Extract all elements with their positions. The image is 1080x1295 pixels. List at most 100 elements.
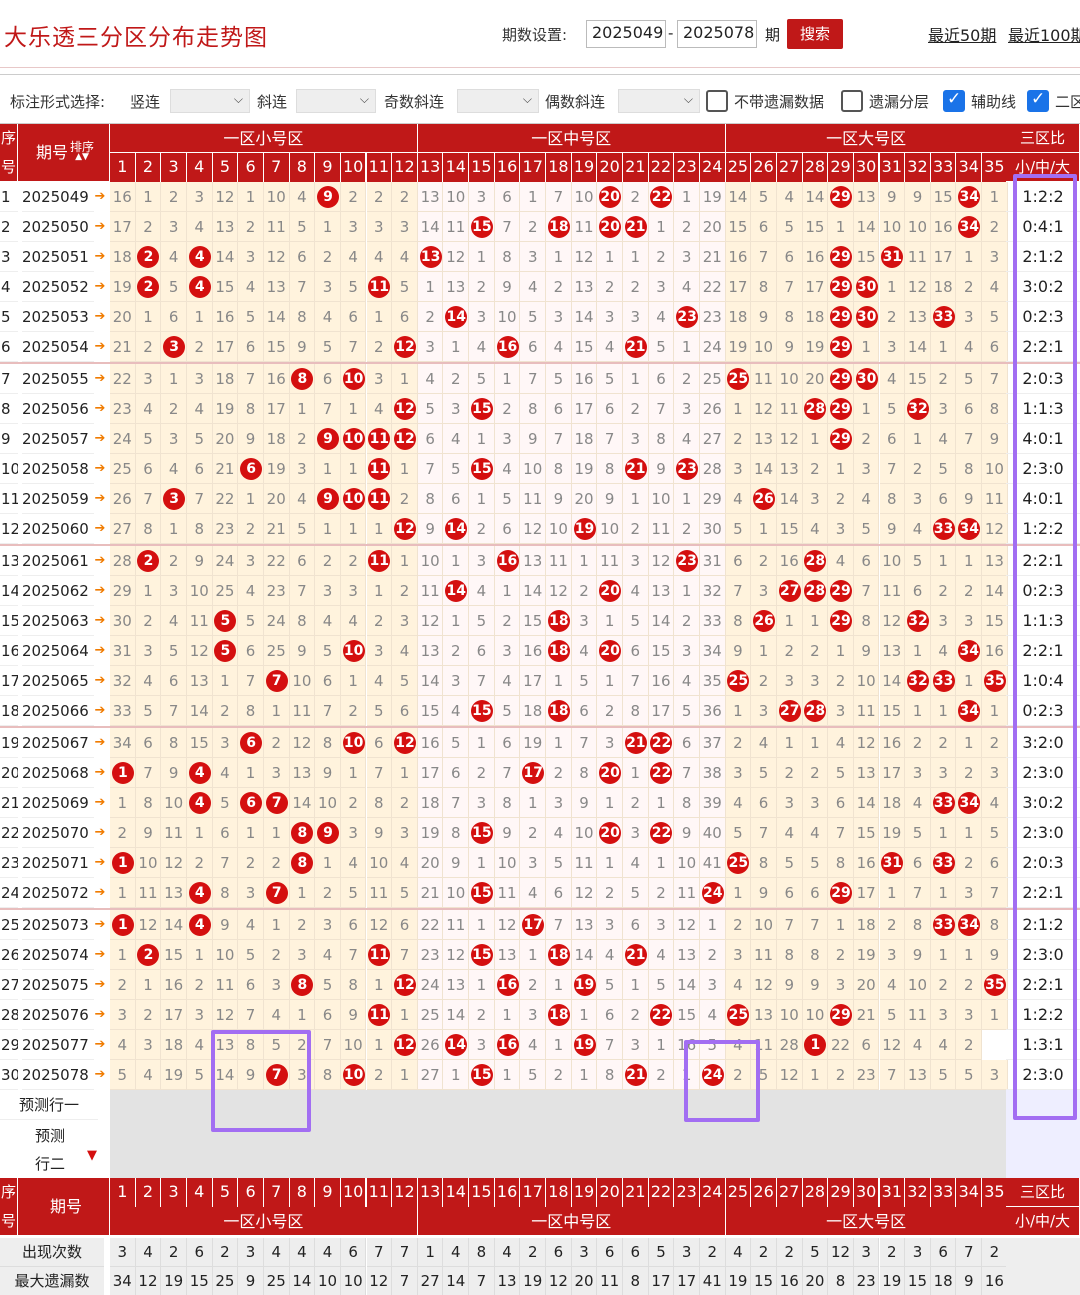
trend-cell: 1: [930, 940, 957, 970]
trend-cell: 19: [571, 454, 598, 484]
diagonal-connect-select[interactable]: ⌵: [296, 89, 376, 113]
trend-cell: 12: [263, 242, 290, 272]
row-period[interactable]: 2025057: [22, 424, 94, 454]
row-period[interactable]: 2025067: [22, 728, 94, 758]
row-period[interactable]: 2025069: [22, 788, 94, 818]
stat-count-cell: 4: [494, 1238, 521, 1267]
even-diagonal-select[interactable]: ⌵: [618, 89, 700, 113]
row-period[interactable]: 2025058: [22, 454, 94, 484]
sort-icon[interactable]: ▲▼: [66, 152, 98, 162]
draw-ball: 18: [547, 700, 570, 722]
row-seq: 10: [0, 454, 18, 484]
row-period[interactable]: 2025071: [22, 848, 94, 878]
draw-ball: 30: [855, 276, 878, 298]
row-period[interactable]: 2025068: [22, 758, 94, 788]
stat-count-cell: 3: [674, 1238, 700, 1267]
row-period[interactable]: 2025051: [22, 242, 94, 272]
draw-ball: 16: [496, 974, 519, 996]
trend-cell: 20: [212, 424, 239, 454]
trend-cell: 1: [366, 302, 393, 332]
vertical-connect-select[interactable]: ⌵: [170, 89, 250, 113]
row-period[interactable]: 2025063: [22, 606, 94, 636]
trend-cell: 1: [392, 1060, 418, 1090]
trend-cell: 5: [597, 364, 623, 394]
trend-cell: 13: [879, 636, 906, 666]
arrow-right-icon: ➔: [94, 613, 106, 628]
draw-ball: 14: [445, 1034, 468, 1056]
row-period[interactable]: 2025064: [22, 636, 94, 666]
number-header-7: 7: [263, 153, 290, 182]
row-seq: 4: [0, 272, 18, 302]
row-period[interactable]: 2025061: [22, 546, 94, 576]
trend-cell: 13: [494, 940, 521, 970]
stat-count-cell: 4: [443, 1238, 470, 1267]
trend-cell: 10: [751, 910, 777, 940]
trend-cell: 10: [751, 332, 777, 362]
row-period[interactable]: 2025070: [22, 818, 94, 848]
trend-cell: 7: [546, 182, 572, 212]
trend-cell: 5: [494, 696, 521, 726]
row-period[interactable]: 2025049: [22, 182, 94, 212]
row-period[interactable]: 2025062: [22, 576, 94, 606]
row-period[interactable]: 2025059: [22, 484, 94, 514]
trend-cell: 5: [289, 212, 316, 242]
row-period[interactable]: 2025074: [22, 940, 94, 970]
trend-cell: 22: [648, 818, 675, 848]
footer-number-header-13: 13: [417, 1178, 444, 1207]
miss-layer-checkbox[interactable]: [841, 90, 863, 112]
row-period[interactable]: 2025052: [22, 272, 94, 302]
odd-diagonal-select[interactable]: ⌵: [457, 89, 539, 113]
row-period[interactable]: 2025053: [22, 302, 94, 332]
number-header-8: 8: [289, 153, 316, 182]
row-period[interactable]: 2025050: [22, 212, 94, 242]
row-period[interactable]: 2025078: [22, 1060, 94, 1090]
trend-cell: 5: [776, 212, 803, 242]
arrow-down-icon[interactable]: ▼: [84, 1148, 100, 1164]
zone2-checkbox[interactable]: [1027, 89, 1049, 112]
search-button[interactable]: 搜索: [787, 19, 843, 49]
trend-cell: 4: [648, 302, 675, 332]
row-period[interactable]: 2025054: [22, 332, 94, 362]
row-seq: 29: [0, 1030, 18, 1060]
stat-count-cell: 2: [212, 1238, 239, 1267]
row-period[interactable]: 2025060: [22, 514, 94, 544]
row-period[interactable]: 2025076: [22, 1000, 94, 1030]
trend-cell: 4: [879, 970, 906, 1000]
row-period[interactable]: 2025072: [22, 878, 94, 908]
trend-cell: 8: [520, 394, 547, 424]
trend-cell: 8: [802, 940, 829, 970]
aux-line-checkbox[interactable]: [943, 89, 965, 112]
trend-cell: 10: [340, 636, 367, 666]
recent-50-link[interactable]: 最近50期: [928, 22, 996, 46]
trend-cell: 23: [417, 940, 444, 970]
row-period[interactable]: 2025055: [22, 364, 94, 394]
trend-cell: 21: [212, 454, 239, 484]
period-from-input[interactable]: 2025049: [586, 20, 666, 48]
row-period[interactable]: 2025077: [22, 1030, 94, 1060]
trend-cell: 6: [238, 788, 264, 818]
trend-cell: 29: [699, 484, 726, 514]
trend-cell: 8: [674, 788, 700, 818]
draw-ball: 20: [599, 580, 622, 602]
trend-cell: 1: [674, 182, 700, 212]
row-period[interactable]: 2025066: [22, 696, 94, 726]
footer-number-header-27: 27: [776, 1178, 803, 1207]
row-period[interactable]: 2025056: [22, 394, 94, 424]
row-period[interactable]: 2025065: [22, 666, 94, 696]
arrow-right-icon: ➔: [94, 461, 106, 476]
draw-ball: 19: [573, 1034, 596, 1056]
trend-cell: 2: [546, 1060, 572, 1090]
row-period[interactable]: 2025075: [22, 970, 94, 1000]
trend-cell: 4: [520, 1030, 547, 1060]
period-to-input[interactable]: 2025078: [677, 20, 757, 48]
trend-cell: 3: [161, 424, 187, 454]
trend-cell: 11: [597, 546, 623, 576]
recent-100-link[interactable]: 最近100期: [1008, 22, 1080, 46]
trend-cell: 4: [494, 666, 521, 696]
row-period[interactable]: 2025073: [22, 910, 94, 940]
row-seq: 11: [0, 484, 18, 514]
no-miss-data-checkbox[interactable]: [706, 90, 728, 112]
stat-count-cell: 3: [905, 1238, 931, 1267]
trend-cell: 15: [469, 1060, 495, 1090]
draw-ball: 9: [317, 186, 339, 208]
